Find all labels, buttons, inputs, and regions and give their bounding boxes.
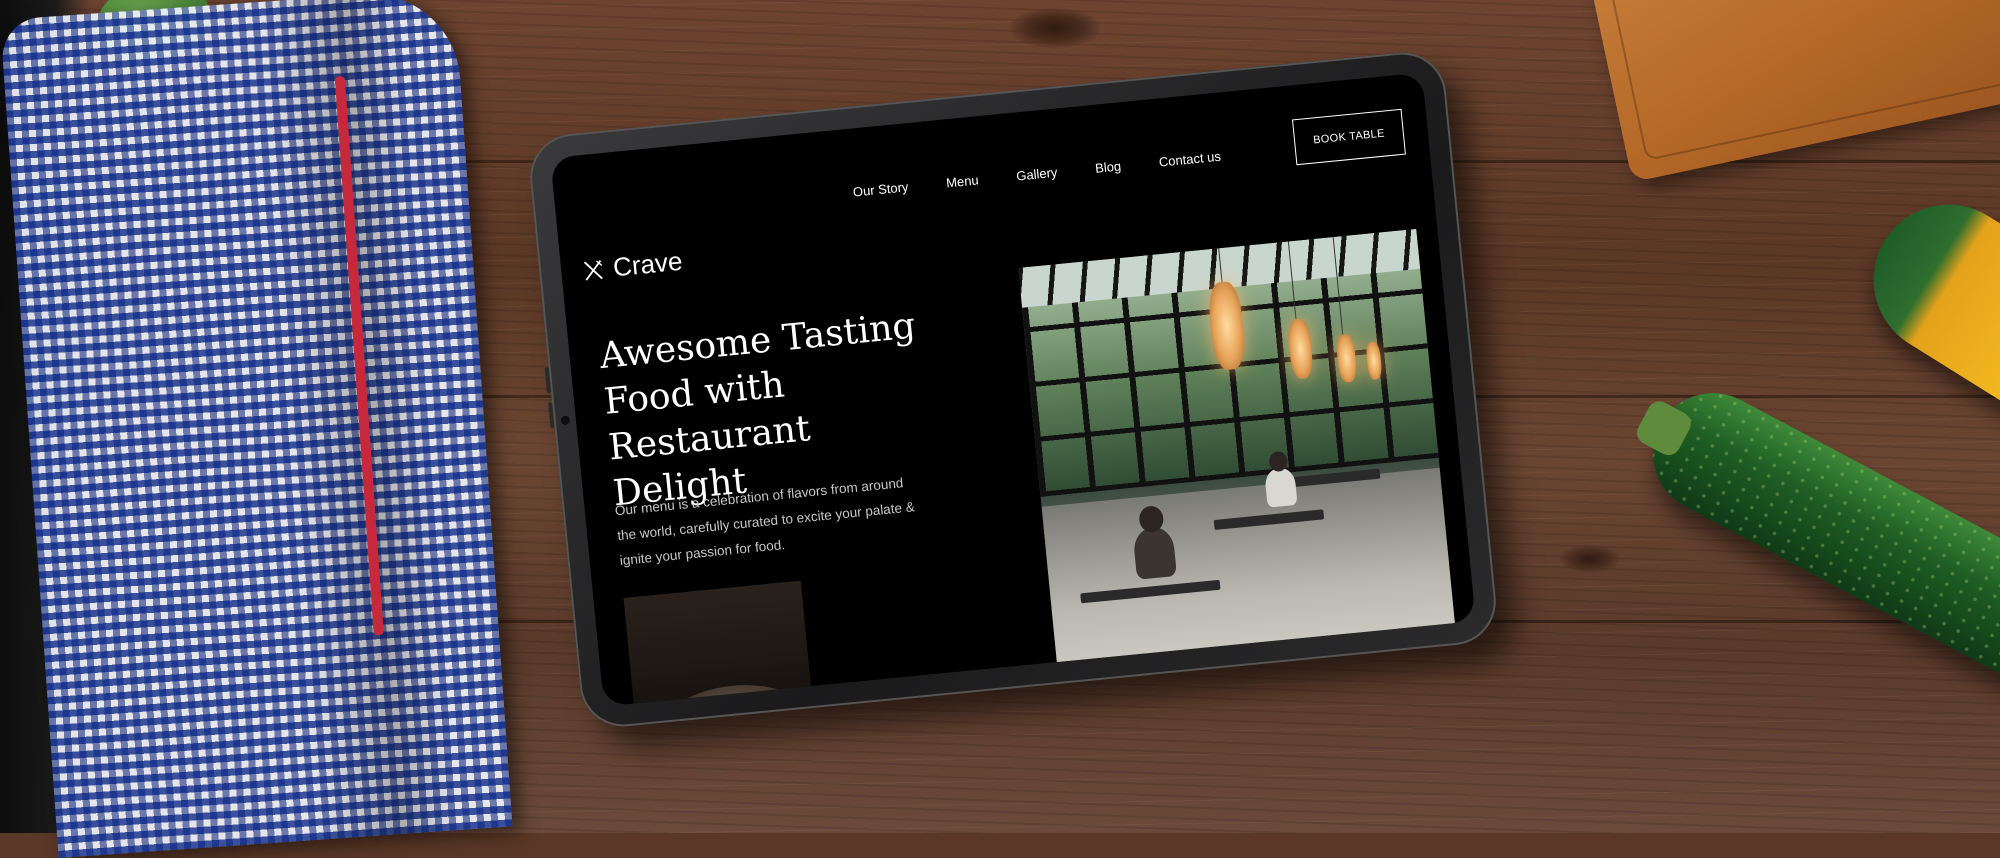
- nav-blog[interactable]: Blog: [1094, 158, 1121, 175]
- food-bowl-photo: [623, 580, 818, 707]
- restaurant-floor: [1041, 467, 1457, 681]
- brand-logo[interactable]: Crave: [580, 246, 684, 287]
- wood-knot: [1560, 545, 1620, 573]
- nav-contact-us[interactable]: Contact us: [1158, 149, 1221, 170]
- website-screen: Crave Our Story Menu Gallery Blog Contac…: [550, 72, 1476, 707]
- front-camera: [560, 415, 571, 426]
- grilled-chicken: [728, 691, 779, 707]
- tablet: Crave Our Story Menu Gallery Blog Contac…: [526, 48, 1500, 731]
- main-nav: Our Story Menu Gallery Blog Contact us: [852, 149, 1221, 200]
- fork-knife-icon: [583, 259, 603, 281]
- checkered-towel: [0, 0, 513, 858]
- nav-menu[interactable]: Menu: [945, 172, 979, 190]
- tablet-body: Crave Our Story Menu Gallery Blog Contac…: [526, 48, 1500, 731]
- nav-our-story[interactable]: Our Story: [852, 179, 909, 199]
- book-table-button[interactable]: BOOK TABLE: [1291, 108, 1406, 166]
- wood-knot: [1010, 8, 1100, 48]
- nav-gallery[interactable]: Gallery: [1016, 165, 1058, 184]
- bowl: [644, 677, 818, 707]
- brand-name: Crave: [611, 245, 684, 283]
- diner: [1264, 466, 1298, 508]
- restaurant-interior-photo: [1018, 228, 1457, 681]
